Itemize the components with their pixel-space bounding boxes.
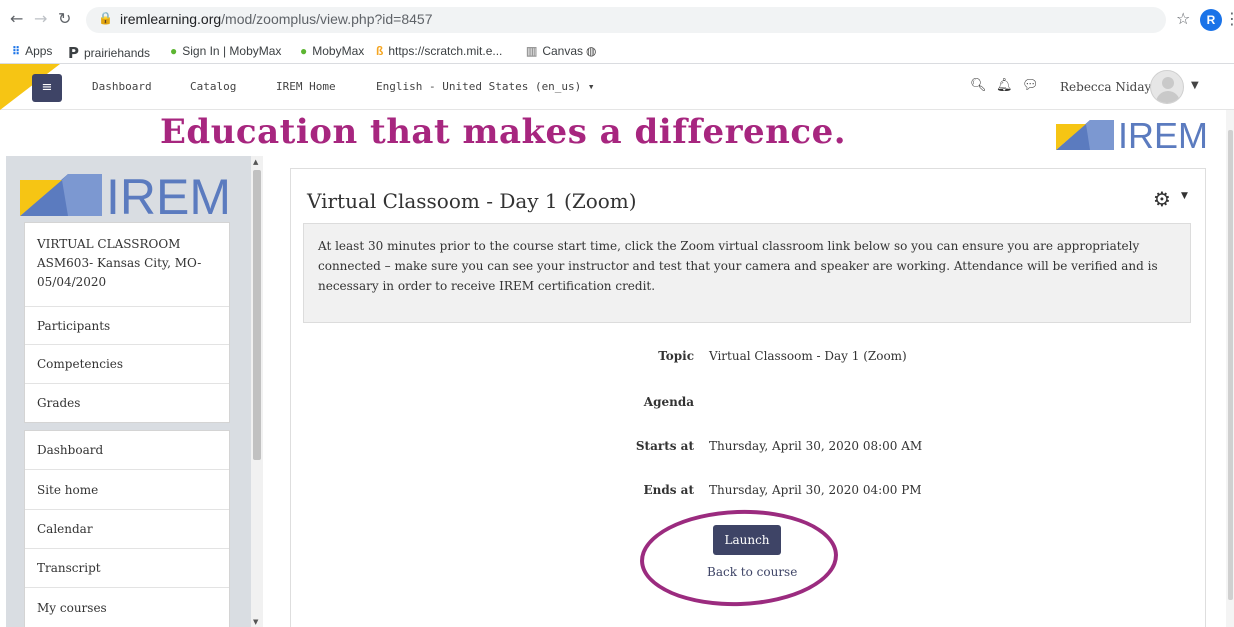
bookmarks-bar: ⠿ Apps P prairiehands ● Sign In | MobyMa…	[0, 40, 1234, 64]
back-arrow-icon[interactable]: ←	[10, 9, 23, 28]
nav-link-catalog[interactable]: Catalog	[190, 80, 236, 93]
bookmark-mobymax[interactable]: ● MobyMax	[300, 44, 364, 58]
mobymax-leaf-icon: ●	[300, 44, 308, 58]
canvas-icon: ▥	[526, 44, 538, 58]
sidebar-scrollbar-thumb[interactable]	[253, 170, 261, 460]
bookmark-prairiehands[interactable]: P prairiehands	[68, 44, 150, 62]
reload-icon[interactable]: ↻	[58, 9, 71, 28]
site-nav-card: Dashboard Site home Calendar Transcript …	[24, 430, 230, 627]
course-title-link[interactable]: VIRTUAL CLASSROOM ASM603- Kansas City, M…	[25, 223, 229, 307]
address-bar[interactable]: 🔒 iremlearning.org/mod/zoomplus/view.php…	[86, 7, 1166, 33]
irem-logo: IREM	[1056, 115, 1206, 150]
apps-grid-icon: ⠿	[12, 45, 21, 58]
chevron-down-icon[interactable]: ▼	[1191, 80, 1199, 91]
url-path: /mod/zoomplus/view.php?id=8457	[221, 11, 433, 27]
bookmark-star-icon[interactable]: ☆	[1176, 9, 1190, 28]
prairiehands-p-icon: P	[68, 44, 79, 62]
course-title-line: VIRTUAL CLASSROOM	[37, 237, 181, 251]
hamburger-icon: ≡	[41, 80, 53, 95]
lock-icon: 🔒	[98, 11, 113, 25]
scratch-icon: ß	[376, 44, 384, 58]
detail-value: Virtual Classoom - Day 1 (Zoom)	[709, 349, 907, 363]
notification-bell-icon[interactable]: 🔔︎	[996, 78, 1013, 93]
detail-row-starts-at: Starts at Thursday, April 30, 2020 08:00…	[291, 439, 1207, 459]
nav-link-irem-home[interactable]: IREM Home	[276, 80, 336, 93]
irem-logo-text: IREM	[1118, 115, 1206, 150]
sidebar-item-participants[interactable]: Participants	[25, 307, 229, 345]
hamburger-menu-button[interactable]: ≡	[32, 74, 62, 102]
sidebar-item-site-home[interactable]: Site home	[25, 470, 229, 510]
sidebar-item-transcript[interactable]: Transcript	[25, 549, 229, 588]
sidebar-item-grades[interactable]: Grades	[25, 384, 229, 422]
sidebar-item-dashboard[interactable]: Dashboard	[25, 431, 229, 470]
sidebar-item-competencies[interactable]: Competencies	[25, 345, 229, 384]
search-icon[interactable]: 🔍︎	[970, 78, 987, 93]
bookmark-label: https://scratch.mit.e...	[388, 44, 503, 58]
bookmark-label: Sign In | MobyMax	[182, 44, 282, 58]
scroll-up-icon[interactable]: ▲	[253, 158, 258, 166]
bookmark-canvas[interactable]: ▥ Canvas	[526, 44, 583, 58]
messages-icon[interactable]: 💬︎	[1022, 78, 1039, 93]
mobymax-leaf-icon: ●	[170, 44, 178, 58]
user-avatar[interactable]	[1150, 70, 1184, 104]
bookmark-globe[interactable]: ◍	[586, 44, 596, 58]
main-content-card: Virtual Classoom - Day 1 (Zoom) ⚙ ▼ At l…	[290, 168, 1206, 627]
detail-row-agenda: Agenda	[291, 395, 1207, 415]
detail-label: Starts at	[635, 439, 694, 453]
browser-menu-icon[interactable]: ⋮	[1224, 9, 1234, 28]
sidebar-logo-text: IREM	[106, 169, 231, 216]
page-scrollbar-thumb[interactable]	[1228, 130, 1233, 600]
bookmark-label: prairiehands	[84, 46, 151, 60]
detail-label: Topic	[658, 349, 694, 363]
site-banner: Education that makes a difference. IREM	[0, 110, 1234, 156]
bookmark-scratch[interactable]: ß https://scratch.mit.e...	[376, 44, 502, 58]
bookmark-label: MobyMax	[312, 44, 365, 58]
bookmark-label: Canvas	[542, 44, 584, 58]
bookmark-label: Apps	[25, 44, 53, 58]
sidebar-irem-logo: IREM	[20, 169, 231, 216]
scroll-down-icon[interactable]: ▼	[253, 618, 258, 626]
banner-tagline: Education that makes a difference.	[160, 112, 847, 152]
language-selector[interactable]: English - United States (en_us) ▾	[376, 80, 595, 93]
url-host: iremlearning.org	[120, 11, 222, 27]
sidebar-item-calendar[interactable]: Calendar	[25, 510, 229, 549]
nav-link-dashboard[interactable]: Dashboard	[92, 80, 152, 93]
course-title-line: ASM603- Kansas City, MO-	[37, 256, 202, 270]
back-to-course-link[interactable]: Back to course	[707, 565, 797, 579]
detail-row-ends-at: Ends at Thursday, April 30, 2020 04:00 P…	[291, 483, 1207, 503]
profile-avatar[interactable]: R	[1200, 9, 1222, 31]
bookmark-apps[interactable]: ⠿ Apps	[12, 44, 52, 58]
detail-label: Agenda	[643, 395, 694, 409]
detail-value: Thursday, April 30, 2020 04:00 PM	[709, 483, 922, 497]
gear-icon[interactable]: ⚙	[1153, 187, 1171, 211]
browser-toolbar: ← → ↻ 🔒 iremlearning.org/mod/zoomplus/vi…	[0, 0, 1234, 40]
course-nav-card: VIRTUAL CLASSROOM ASM603- Kansas City, M…	[24, 222, 230, 423]
site-navbar: ≡ Dashboard Catalog IREM Home English - …	[0, 64, 1234, 110]
forward-arrow-icon[interactable]: →	[34, 9, 47, 28]
course-title-line: 05/04/2020	[37, 275, 107, 289]
bookmark-mobymax-signin[interactable]: ● Sign In | MobyMax	[170, 44, 281, 58]
detail-row-topic: Topic Virtual Classoom - Day 1 (Zoom)	[291, 349, 1207, 369]
sidebar-item-my-courses[interactable]: My courses	[25, 588, 229, 627]
launch-button[interactable]: Launch	[713, 525, 781, 555]
page-title: Virtual Classoom - Day 1 (Zoom)	[307, 189, 637, 213]
notice-box: At least 30 minutes prior to the course …	[303, 223, 1191, 323]
detail-label: Ends at	[643, 483, 694, 497]
chevron-down-icon[interactable]: ▼	[1181, 191, 1188, 201]
globe-icon: ◍	[586, 44, 597, 58]
detail-value: Thursday, April 30, 2020 08:00 AM	[709, 439, 923, 453]
user-name[interactable]: Rebecca Niday	[1060, 80, 1151, 94]
